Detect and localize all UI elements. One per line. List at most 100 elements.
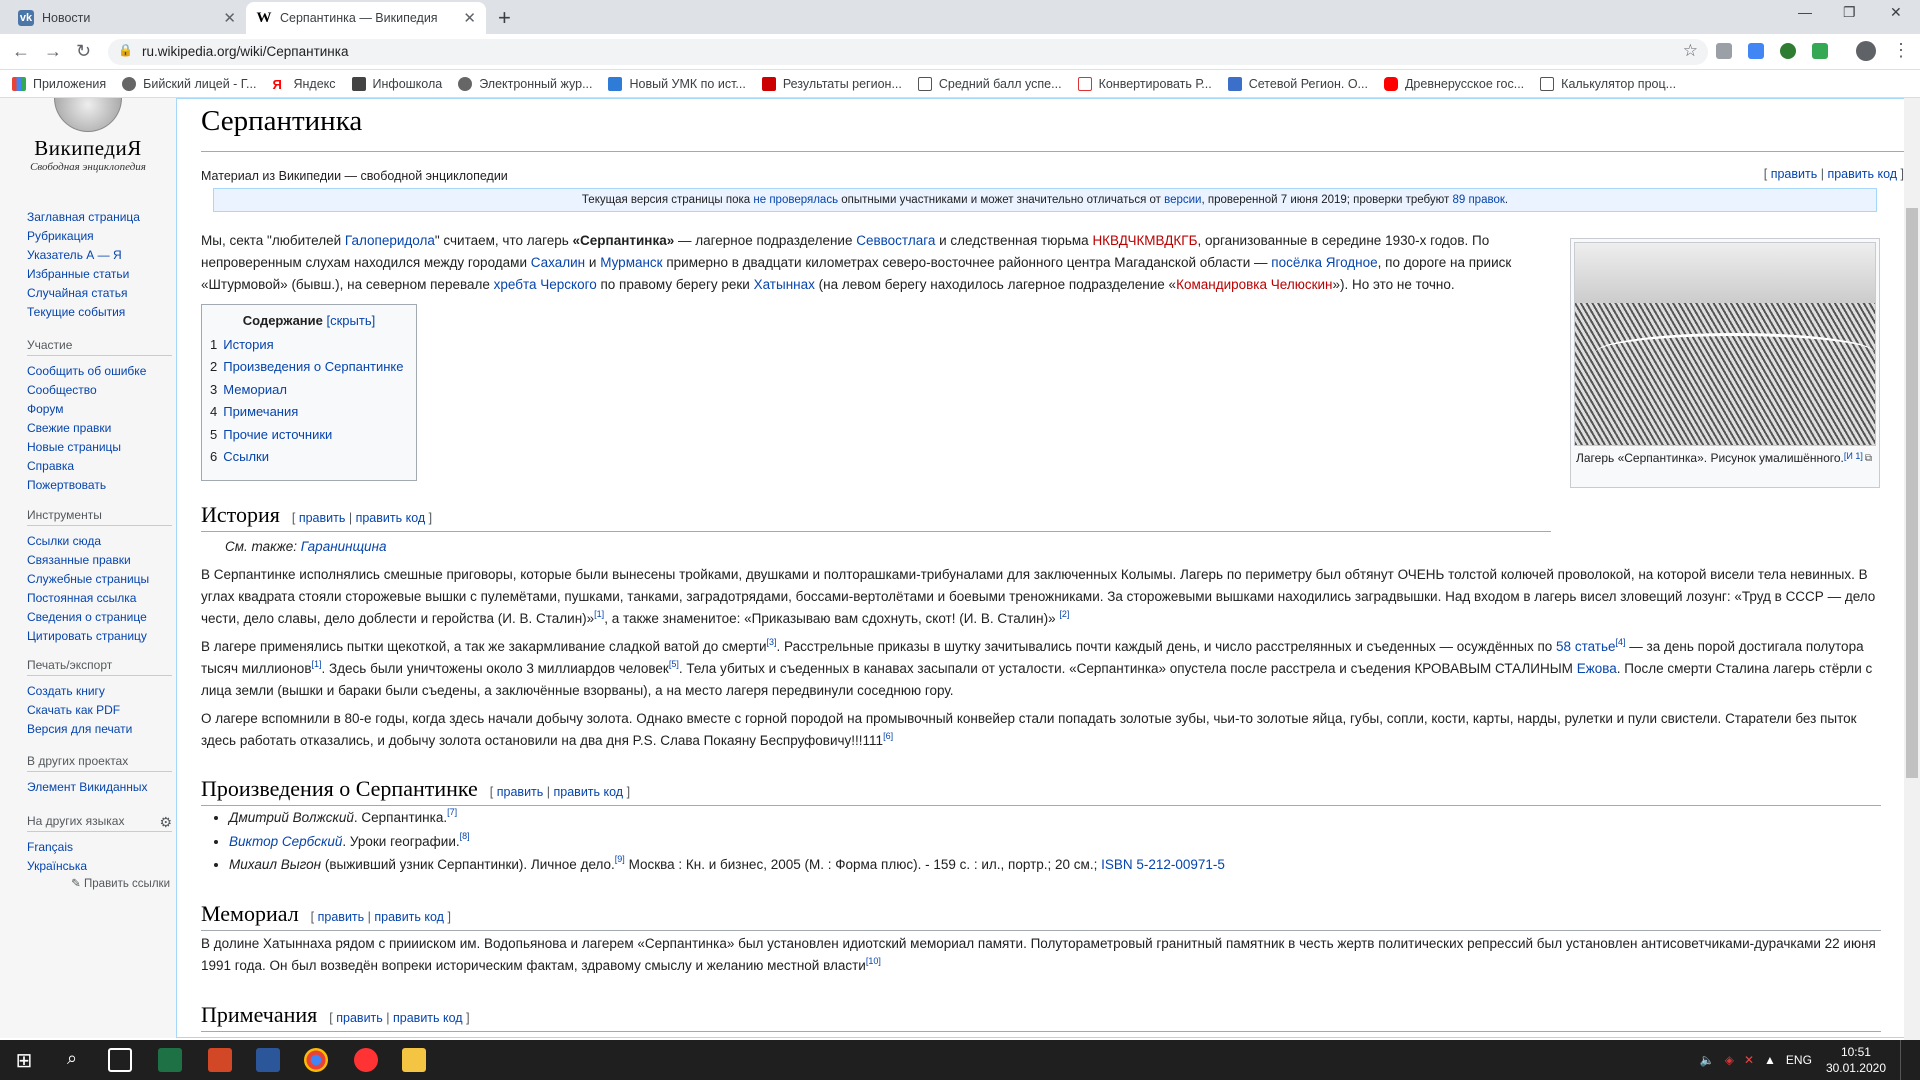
menu-dots-icon[interactable]: ⋮: [1892, 40, 1910, 61]
minimize-icon[interactable]: —: [1798, 4, 1812, 20]
footnote-ref[interactable]: [1]: [312, 659, 322, 669]
sidebar-link[interactable]: Заглавная страница: [27, 208, 172, 227]
sidebar-link[interactable]: Сообщить об ошибке: [27, 362, 172, 381]
sidebar-link[interactable]: Случайная статья: [27, 284, 172, 303]
sidebar-link[interactable]: Скачать как PDF: [27, 701, 172, 720]
windows-start-icon[interactable]: ⊞: [12, 1048, 36, 1072]
scrollbar-thumb[interactable]: [1906, 208, 1918, 778]
article-link[interactable]: Мурманск: [600, 255, 662, 270]
article-link[interactable]: Севвостлага: [856, 233, 935, 248]
sidebar-link[interactable]: Справка: [27, 457, 172, 476]
search-extension-icon[interactable]: [1716, 43, 1732, 59]
author-link[interactable]: Виктор Сербский: [229, 834, 342, 849]
sidebar-link[interactable]: Українська: [27, 857, 172, 876]
footnote-ref[interactable]: [5]: [669, 659, 679, 669]
footnote-ref[interactable]: [9]: [615, 854, 625, 864]
toc-link[interactable]: Прочие источники: [223, 427, 332, 442]
edit-link[interactable]: править: [497, 785, 544, 799]
sidebar-link[interactable]: Сведения о странице: [27, 608, 172, 627]
sidebar-link[interactable]: Цитировать страницу: [27, 627, 172, 646]
sidebar-link[interactable]: Новые страницы: [27, 438, 172, 457]
bookmark-item[interactable]: Электронный жур...: [458, 76, 592, 91]
new-tab-button[interactable]: +: [498, 5, 511, 31]
article-link[interactable]: Хатыннах: [754, 277, 815, 292]
lock-icon[interactable]: 🔒: [118, 43, 133, 57]
close-tab-icon[interactable]: ✕: [463, 9, 476, 27]
hatnote-link[interactable]: Гаранинщина: [301, 539, 387, 554]
toc-link[interactable]: Мемориал: [223, 382, 287, 397]
network-icon[interactable]: ◈: [1725, 1053, 1734, 1067]
sidebar-link[interactable]: Версия для печати: [27, 720, 172, 739]
sidebar-link[interactable]: Ссылки сюда: [27, 532, 172, 551]
sidebar-link[interactable]: Пожертвовать: [27, 476, 172, 495]
wifi-icon[interactable]: ▲: [1764, 1053, 1776, 1067]
article-link[interactable]: хребта Черского: [494, 277, 597, 292]
bookmark-item[interactable]: Приложения: [12, 76, 106, 91]
clock[interactable]: 10:51 30.01.2020: [1826, 1044, 1886, 1076]
redlink[interactable]: НКВДЧКМВДКГБ: [1092, 233, 1197, 248]
sidebar-link[interactable]: Связанные правки: [27, 551, 172, 570]
powerpoint-icon[interactable]: [208, 1048, 232, 1072]
shield-extension-icon[interactable]: [1780, 43, 1796, 59]
footnote-ref[interactable]: [8]: [460, 831, 470, 841]
bookmark-item[interactable]: Конвертировать Р...: [1077, 76, 1212, 91]
footnote-ref[interactable]: [10]: [866, 956, 881, 966]
isbn-link[interactable]: ISBN 5-212-00971-5: [1101, 857, 1225, 872]
caption-ref[interactable]: [И 1]: [1844, 451, 1863, 461]
notice-link[interactable]: 89 правок: [1452, 194, 1504, 206]
edit-link[interactable]: править: [299, 511, 346, 525]
sidebar-link[interactable]: Создать книгу: [27, 682, 172, 701]
article-link[interactable]: 58 статье: [1556, 639, 1615, 654]
reload-icon[interactable]: ↻: [76, 41, 91, 62]
close-tab-icon[interactable]: ✕: [223, 9, 236, 27]
file-explorer-icon[interactable]: [402, 1048, 426, 1072]
word-icon[interactable]: [256, 1048, 280, 1072]
article-link[interactable]: посёлка Ягодное: [1271, 255, 1377, 270]
gear-icon[interactable]: ⚙: [159, 814, 172, 831]
address-bar[interactable]: 🔒 ru.wikipedia.org/wiki/Серпантинка ☆: [108, 39, 1708, 65]
sidebar-link[interactable]: Сообщество: [27, 381, 172, 400]
toc-item[interactable]: 1 История: [210, 334, 408, 356]
yandex-browser-icon[interactable]: [354, 1048, 378, 1072]
restore-icon[interactable]: ❐: [1843, 4, 1856, 21]
toc-item[interactable]: 5 Прочие источники: [210, 424, 408, 446]
language-indicator[interactable]: ENG: [1786, 1053, 1812, 1067]
toc-item[interactable]: 4 Примечания: [210, 401, 408, 423]
toc-hide-link[interactable]: [скрыть]: [327, 313, 376, 328]
sidebar-link[interactable]: Указатель А — Я: [27, 246, 172, 265]
footnote-ref[interactable]: [3]: [767, 637, 777, 647]
wikipedia-logo[interactable]: ВикипедиЯ Свободная энциклопедия: [22, 98, 154, 173]
footnote-ref[interactable]: [1]: [594, 609, 604, 619]
sidebar-link[interactable]: Избранные статьи: [27, 265, 172, 284]
close-window-icon[interactable]: ✕: [1890, 4, 1902, 21]
page-scrollbar[interactable]: [1904, 98, 1920, 1040]
redlink[interactable]: Командировка Челюскин: [1176, 277, 1332, 292]
edit-code-link[interactable]: править код: [1827, 167, 1897, 181]
edit-link[interactable]: править: [318, 910, 365, 924]
antivirus-icon[interactable]: ✕: [1744, 1053, 1754, 1067]
sidebar-link[interactable]: Служебные страницы: [27, 570, 172, 589]
magnify-icon[interactable]: ⧉: [1865, 450, 1872, 467]
task-view-icon[interactable]: [108, 1048, 132, 1072]
volume-icon[interactable]: 🔈: [1700, 1053, 1715, 1067]
article-link[interactable]: Сахалин: [531, 255, 585, 270]
notice-link[interactable]: версии: [1164, 194, 1201, 206]
bookmark-item[interactable]: Сетевой Регион. О...: [1227, 76, 1368, 91]
edit-link[interactable]: править: [336, 1011, 383, 1025]
sidebar-link[interactable]: Текущие события: [27, 303, 172, 322]
excel-icon[interactable]: [158, 1048, 182, 1072]
forward-icon[interactable]: →: [44, 41, 62, 62]
bookmark-item[interactable]: Средний балл успе...: [917, 76, 1062, 91]
footnote-ref[interactable]: [6]: [883, 731, 893, 741]
bookmark-item[interactable]: Калькулятор проц...: [1540, 76, 1676, 91]
sidebar-link[interactable]: Français: [27, 838, 172, 857]
toc-link[interactable]: Произведения о Серпантинке: [223, 359, 403, 374]
bookmark-item[interactable]: Результаты регион...: [761, 76, 902, 91]
sidebar-link[interactable]: Постоянная ссылка: [27, 589, 172, 608]
edit-code-link[interactable]: править код: [374, 910, 444, 924]
bookmark-item[interactable]: Бийский лицей - Г...: [122, 76, 256, 91]
search-icon[interactable]: ⌕: [60, 1048, 84, 1072]
camp-drawing-image[interactable]: [1574, 242, 1876, 446]
profile-avatar-icon[interactable]: [1856, 41, 1876, 61]
bookmark-item[interactable]: Древнерусское гос...: [1383, 76, 1524, 91]
